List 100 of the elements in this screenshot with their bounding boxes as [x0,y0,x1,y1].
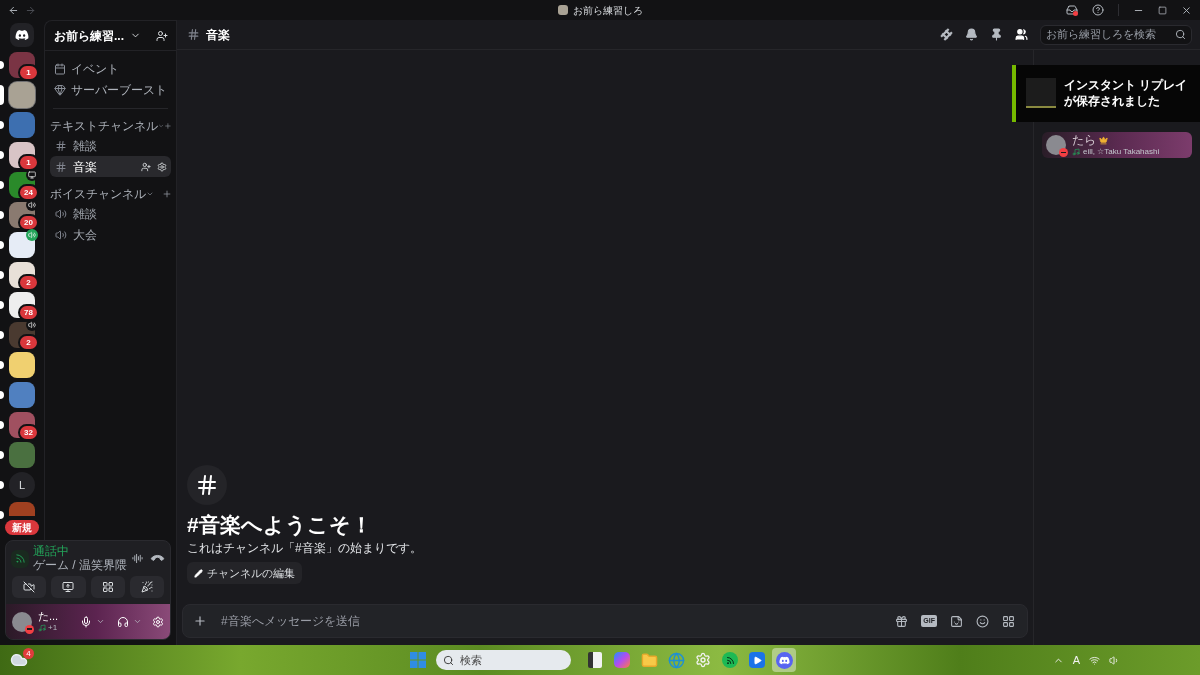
wifi-icon[interactable] [1089,654,1100,666]
gem-icon [54,83,66,96]
colorful-swirl-icon[interactable] [614,652,630,668]
server-button[interactable]: L [9,472,35,498]
server-icon[interactable] [9,232,35,258]
server-thumbnail [557,5,568,15]
speaker-icon [55,207,67,220]
play-icon[interactable] [749,652,765,668]
settings-icon[interactable] [157,161,167,172]
discord-logo-icon[interactable] [775,651,793,669]
party-popper-icon [140,581,153,593]
invite-icon[interactable] [141,161,151,172]
welcome-text: これはチャンネル「#音楽」の始まりです。 [187,540,422,556]
waveform-icon[interactable] [132,553,143,564]
taskbar-search-input[interactable]: 検索 [460,651,564,669]
speaker-icon [55,228,67,241]
channel-hash-icon [187,465,227,505]
plus-icon[interactable] [193,614,207,628]
server-icon[interactable] [9,352,35,378]
unread-count-badge: 2 [18,274,39,291]
music-note-icon [1072,148,1080,156]
maximize-icon[interactable] [1158,5,1167,15]
help-icon[interactable] [1092,4,1104,16]
camera-off-icon [23,581,36,593]
category-label[interactable]: テキストチャンネル [50,117,158,135]
category-label[interactable]: ボイスチャンネル [50,185,146,203]
channel-name: 雑談 [73,137,98,155]
unread-count-badge: 1 [18,64,39,81]
sticker-icon[interactable] [950,614,963,628]
screen-share-icon [62,581,75,593]
search-field[interactable]: お前ら練習しろを検索 [1040,24,1192,45]
back-arrow-icon[interactable] [8,4,19,16]
video-thumbnail [1026,78,1056,108]
home-button[interactable] [10,23,34,47]
chevron-down-icon[interactable] [96,617,105,626]
pin-icon[interactable] [990,28,1003,41]
activities-button[interactable] [90,576,125,598]
pencil-icon [194,568,203,578]
notification-count-badge: 4 [23,648,34,659]
activity-count: +1 [48,623,58,633]
bell-icon[interactable] [965,28,978,41]
gift-icon[interactable] [895,614,909,628]
add-channel-icon[interactable] [164,121,172,131]
weather-icon[interactable] [10,651,28,669]
document-icon[interactable] [588,652,602,668]
soundboard-button[interactable] [129,576,164,598]
welcome-heading: #音楽へようこそ！ [187,512,372,539]
input-method-indicator[interactable]: A [1072,651,1080,669]
unread-count-badge: 20 [18,214,39,231]
channel-name: 雑談 [73,205,98,223]
channel-name: 音楽 [73,158,98,176]
camera-off-button[interactable] [12,576,47,598]
username: た... [38,610,60,623]
calendar-icon [54,62,66,75]
member-activity: eill, ☆Taku Takahashi [1083,147,1160,157]
taskbar-search-field[interactable]: 検索 [436,650,571,670]
chevron-down-icon[interactable] [133,617,142,626]
apps-icon[interactable] [1002,614,1015,628]
notification-text: インスタント リプレイが保存されました [1064,77,1189,110]
signal-icon [11,549,29,568]
headphones-icon[interactable] [117,615,129,628]
grid-icon [101,581,114,593]
start-icon[interactable] [410,652,426,668]
sidebar-link[interactable]: イベント [71,59,119,78]
discord-logo-icon [15,28,29,42]
edit-channel-button[interactable]: チャンネルの編集 [187,562,302,584]
search-icon [1175,29,1186,40]
channel-item[interactable]: 音楽 [50,156,171,177]
close-icon[interactable] [1181,4,1192,16]
invite-icon[interactable] [156,29,168,42]
window-title: お前ら練習しろ [572,3,643,18]
add-channel-icon[interactable] [162,189,172,199]
threads-icon[interactable] [940,28,953,41]
hash-icon [55,139,67,152]
channel-item[interactable]: 雑談 [50,135,171,156]
voice-channel-location[interactable]: ゲーム / 温笑界隈 [33,558,128,573]
screen-share-button[interactable] [51,576,86,598]
message-input[interactable]: #音楽へメッセージを送信 [221,612,896,630]
music-app-icon[interactable] [722,652,738,668]
members-icon[interactable] [1015,28,1028,41]
server-name[interactable]: お前ら練習... [54,26,124,45]
member-name: たら [1072,133,1096,147]
hash-icon [55,160,67,173]
inbox-icon[interactable] [1066,4,1078,16]
channel-item[interactable]: 大会 [50,224,171,245]
microphone-icon[interactable] [80,615,92,628]
channel-name: 大会 [73,226,98,244]
channel-title: 音楽 [206,26,230,44]
server-icon[interactable] [9,82,35,108]
unread-count-badge: 78 [18,304,39,321]
unread-count-badge: 1 [18,154,39,171]
hash-icon [187,28,200,41]
member-item[interactable]: たら eill, ☆Taku Takahashi [1042,132,1192,158]
search-input[interactable]: お前ら練習しろを検索 [1046,26,1175,43]
emoji-icon[interactable] [976,614,989,628]
voice-status: 通話中 [33,544,70,558]
channel-item[interactable]: 雑談 [50,203,171,224]
sidebar-link[interactable]: サーバーブースト [71,80,167,99]
unread-count-badge: 32 [18,424,39,441]
chevron-down-icon[interactable] [146,190,154,198]
